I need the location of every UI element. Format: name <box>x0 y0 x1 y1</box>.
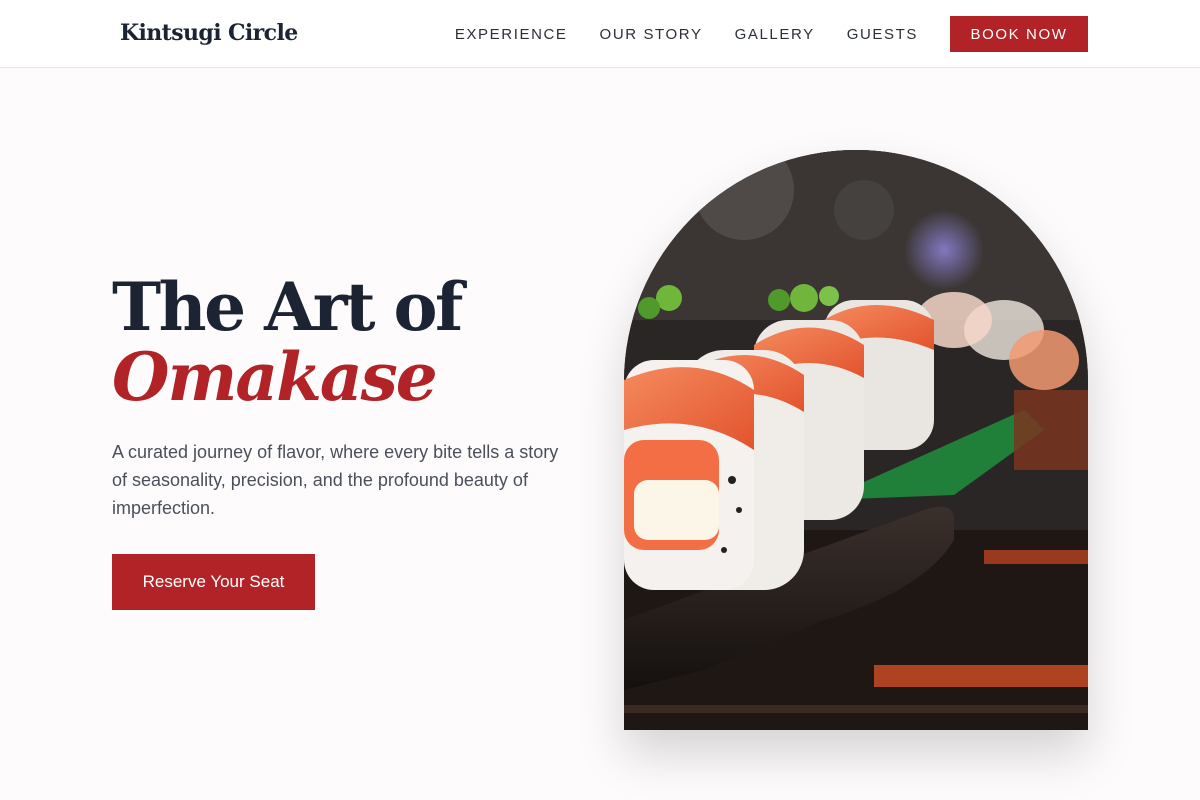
nav-menu: EXPERIENCE OUR STORY GALLERY GUESTS BOOK… <box>455 16 1088 52</box>
hero-description: A curated journey of flavor, where every… <box>112 442 559 518</box>
brand-logo[interactable]: Kintsugi Circle <box>120 20 298 46</box>
navbar: Kintsugi Circle EXPERIENCE OUR STORY GAL… <box>0 0 1200 68</box>
hero-title-line1: The Art of <box>112 268 463 346</box>
hero-title-accent: Omakase <box>112 338 438 416</box>
nav-link-experience[interactable]: EXPERIENCE <box>455 26 568 43</box>
nav-link-our-story[interactable]: OUR STORY <box>600 26 703 43</box>
sushi-illustration <box>624 150 1088 730</box>
nav-link-guests[interactable]: GUESTS <box>847 26 918 43</box>
hero-title: The Art of Omakase <box>112 272 582 412</box>
reserve-seat-button[interactable]: Reserve Your Seat <box>112 554 315 610</box>
nav-link-gallery[interactable]: GALLERY <box>735 26 815 43</box>
book-now-button[interactable]: BOOK NOW <box>950 16 1088 52</box>
hero-image <box>624 150 1088 730</box>
